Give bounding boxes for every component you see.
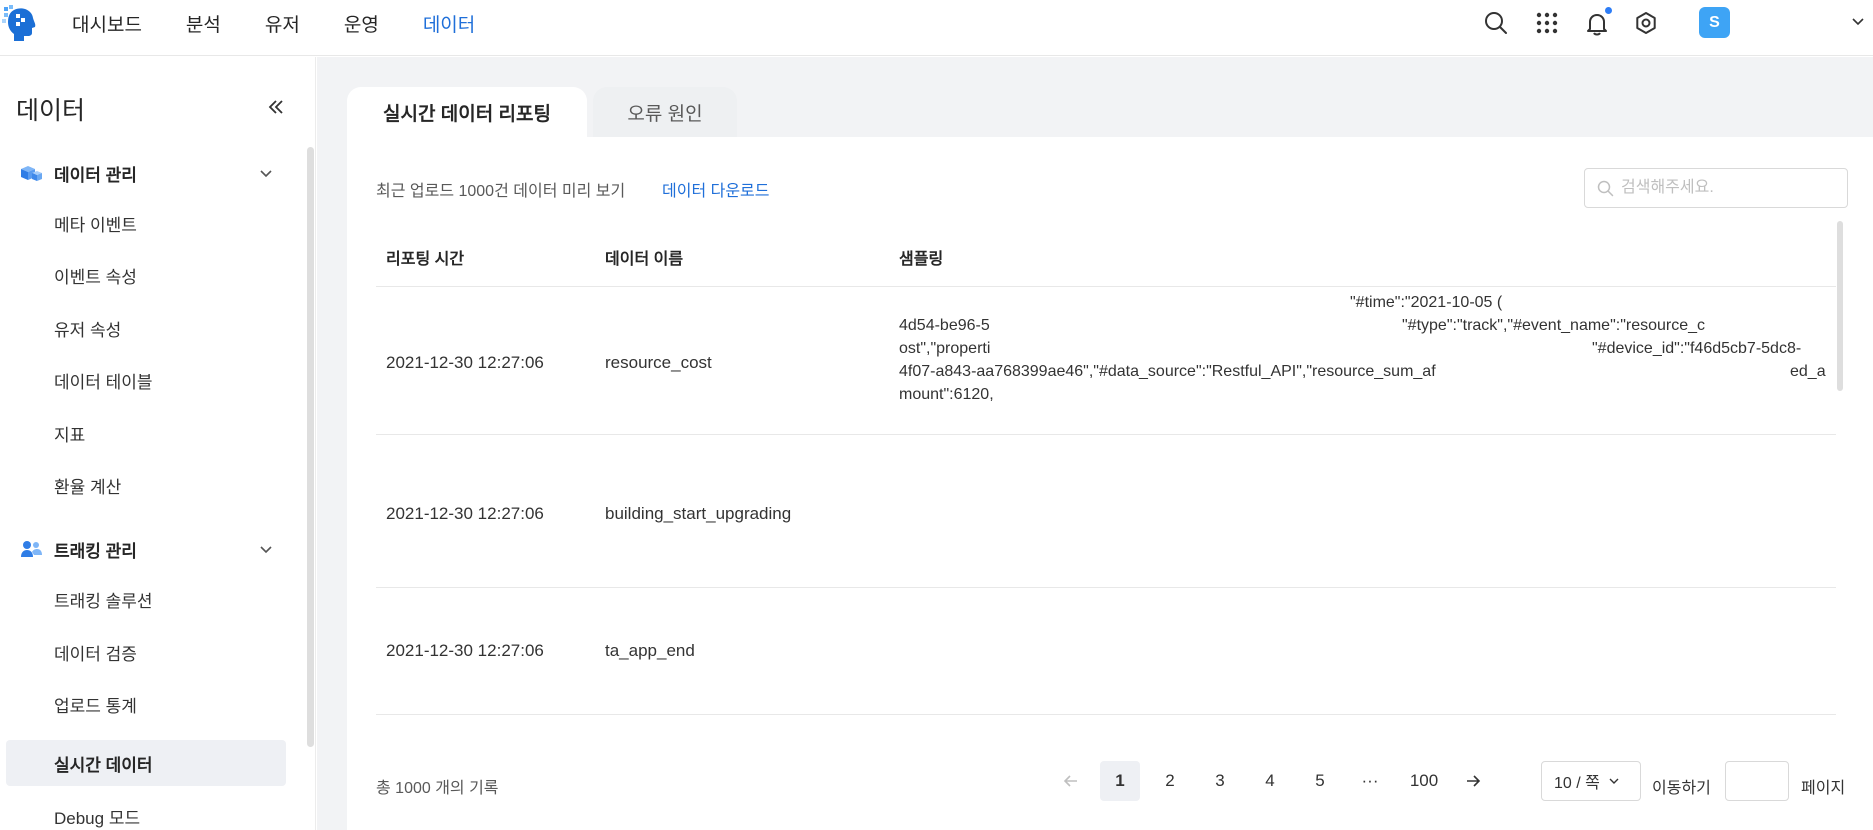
- sampling-fragment: 4f07-a843-aa768399ae46","#data_source":"…: [899, 363, 1436, 380]
- sidebar-item-debug-mode[interactable]: Debug 모드: [6, 793, 286, 830]
- top-navigation-bar: 대시보드 분석 유저 운영 데이터 S: [0, 0, 1873, 56]
- row-data-name: ta_app_end: [605, 641, 695, 660]
- chevron-down-icon[interactable]: [258, 165, 274, 181]
- sampling-fragment: mount":6120,: [899, 386, 994, 403]
- sidebar-item-tracking-solution[interactable]: 트래킹 솔루션: [6, 576, 286, 622]
- page-1[interactable]: 1: [1100, 761, 1140, 801]
- nav-data[interactable]: 데이터: [423, 10, 475, 37]
- page-size-select[interactable]: 10 / 쪽: [1541, 761, 1641, 801]
- chevron-down-icon[interactable]: [258, 541, 274, 557]
- user-avatar[interactable]: S: [1699, 7, 1730, 38]
- next-page-button[interactable]: [1453, 761, 1493, 801]
- chevron-down-icon[interactable]: [1850, 13, 1866, 29]
- sidebar-group-tracking-management[interactable]: 트래킹 관리: [18, 535, 137, 563]
- nav-analysis[interactable]: 분석: [186, 10, 221, 37]
- row-data-name: building_start_upgrading: [605, 504, 792, 523]
- row-time: 2021-12-30 12:27:06: [386, 504, 544, 523]
- total-records: 총 1000 개의 기록: [376, 780, 499, 797]
- arrow-left-icon: [1063, 775, 1077, 787]
- main-nav: 대시보드 분석 유저 운영 데이터: [72, 0, 519, 46]
- brain-logo-icon[interactable]: [2, 4, 40, 42]
- double-chevron-left-icon[interactable]: [264, 95, 288, 119]
- sidebar: 데이터 데이터 관리 메타 이벤트 이벤트 속성 유저 속성 데이터 테이블 지…: [0, 57, 316, 830]
- sidebar-group-data-management[interactable]: 데이터 관리: [18, 159, 137, 187]
- sidebar-item-event-property[interactable]: 이벤트 속성: [6, 252, 286, 298]
- avatar-letter: S: [1709, 13, 1720, 31]
- notification-dot: [1605, 7, 1612, 14]
- data-download-link[interactable]: 데이터 다운로드: [662, 177, 770, 201]
- divider: [376, 587, 1836, 588]
- search-icon[interactable]: [1483, 10, 1509, 36]
- page-label: 페이지: [1801, 780, 1846, 797]
- row-time: 2021-12-30 12:27:06: [386, 353, 544, 372]
- tracking-dots-icon: [21, 541, 42, 557]
- arrow-right-icon: [1467, 775, 1481, 787]
- page-4[interactable]: 4: [1250, 761, 1290, 801]
- bell-icon[interactable]: [1584, 10, 1610, 36]
- nav-dashboard[interactable]: 대시보드: [72, 10, 142, 37]
- sidebar-group-label: 데이터 관리: [54, 165, 137, 185]
- sampling-fragment: ed_a: [1790, 363, 1826, 380]
- sampling-fragment: "#device_id":"f46d5cb7-5dc8-: [1592, 340, 1802, 357]
- tab-realtime-reporting[interactable]: 실시간 데이터 리포팅: [347, 87, 587, 137]
- sidebar-item-user-property[interactable]: 유저 속성: [6, 305, 286, 351]
- page-3[interactable]: 3: [1200, 761, 1240, 801]
- sidebar-title: 데이터: [16, 97, 86, 125]
- divider: [376, 434, 1836, 435]
- table-scrollbar[interactable]: [1837, 221, 1843, 391]
- sidebar-item-meta-event[interactable]: 메타 이벤트: [6, 200, 286, 246]
- main-content: 실시간 데이터 리포팅 오류 원인 최근 업로드 1000건 데이터 미리 보기…: [317, 57, 1873, 830]
- nav-users[interactable]: 유저: [265, 10, 300, 37]
- sidebar-item-data-validation[interactable]: 데이터 검증: [6, 629, 286, 675]
- sidebar-item-upload-stats[interactable]: 업로드 통계: [6, 681, 286, 727]
- sampling-fragment: ost","properti: [899, 340, 991, 357]
- nav-operations[interactable]: 운영: [344, 10, 379, 37]
- prev-page-button[interactable]: [1051, 761, 1091, 801]
- apps-grid-icon[interactable]: [1534, 10, 1560, 36]
- search-box: [1584, 168, 1848, 208]
- goto-label: 이동하기: [1652, 780, 1711, 797]
- divider: [376, 286, 1836, 287]
- sampling-fragment: "#type":"track","#event_name":"resource_…: [1402, 317, 1706, 334]
- gear-icon[interactable]: [1633, 10, 1659, 36]
- page-size-value: 10 / 쪽: [1554, 775, 1600, 792]
- row-data-name: resource_cost: [605, 353, 712, 372]
- page-5[interactable]: 5: [1300, 761, 1340, 801]
- page-2[interactable]: 2: [1150, 761, 1190, 801]
- column-header-reporting-time: 리포팅 시간: [386, 251, 465, 268]
- column-header-sampling: 샘플링: [899, 251, 944, 268]
- sidebar-item-metrics[interactable]: 지표: [6, 410, 286, 456]
- sidebar-item-exchange-rate[interactable]: 환율 계산: [6, 462, 286, 508]
- sampling-fragment: "#time":"2021-10-05 (: [1350, 294, 1503, 311]
- sidebar-item-realtime-data[interactable]: 실시간 데이터: [6, 740, 286, 786]
- sidebar-item-data-table[interactable]: 데이터 테이블: [6, 357, 286, 403]
- preview-description: 최근 업로드 1000건 데이터 미리 보기: [376, 183, 626, 200]
- sampling-fragment: 4d54-be96-5: [899, 317, 990, 334]
- chevron-down-icon: [1609, 778, 1619, 784]
- realtime-panel: 최근 업로드 1000건 데이터 미리 보기 데이터 다운로드 리포팅 시간 데…: [347, 137, 1873, 830]
- search-input[interactable]: [1621, 169, 1843, 207]
- page-100[interactable]: 100: [1400, 761, 1448, 801]
- row-time: 2021-12-30 12:27:06: [386, 641, 544, 660]
- tab-error-cause[interactable]: 오류 원인: [593, 87, 737, 137]
- goto-page-input[interactable]: [1725, 761, 1789, 801]
- divider: [376, 714, 1836, 715]
- search-icon: [1597, 180, 1614, 197]
- sidebar-group-label: 트래킹 관리: [54, 541, 137, 561]
- sidebar-scrollbar[interactable]: [307, 147, 314, 747]
- cubes-icon: [21, 166, 42, 181]
- page-ellipsis[interactable]: ···: [1350, 761, 1390, 801]
- column-header-data-name: 데이터 이름: [605, 251, 684, 268]
